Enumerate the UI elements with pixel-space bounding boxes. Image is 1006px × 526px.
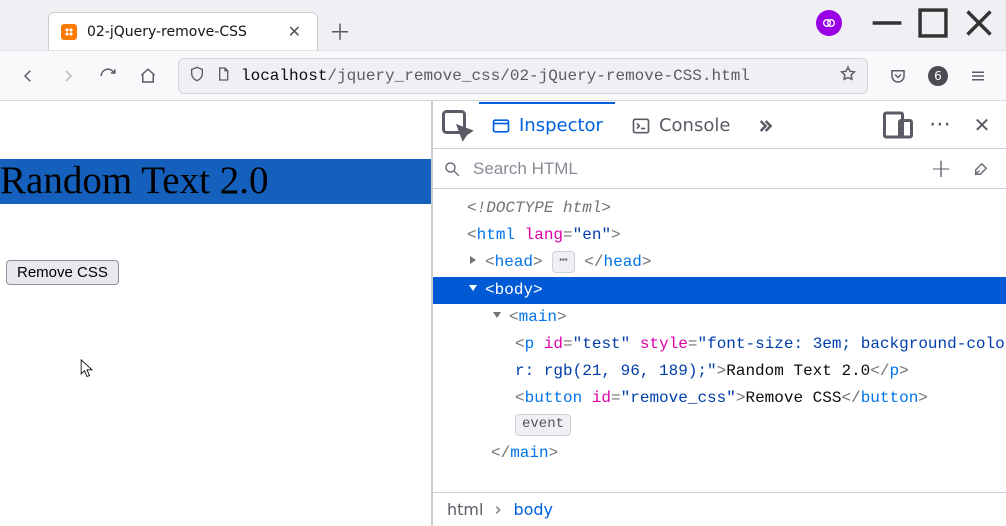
shield-icon — [189, 66, 205, 86]
extension-icon[interactable] — [816, 10, 842, 36]
crumb-html[interactable]: html — [447, 500, 483, 519]
page-viewport: Random Text 2.0 Remove CSS — [0, 101, 431, 526]
devtools-kebab-menu[interactable]: ⋯ — [922, 107, 958, 143]
close-window-button[interactable] — [956, 6, 1002, 40]
html-open-tag[interactable]: <html lang="en"> — [433, 222, 1006, 249]
body-node-selected[interactable]: <body> — [433, 277, 1006, 304]
element-picker-button[interactable] — [439, 107, 475, 143]
breadcrumbs: html body — [433, 492, 1006, 526]
devtools-panel: Inspector Console ⋯ ✕ + <!DOCTYPE html> … — [431, 101, 1006, 526]
new-tab-button[interactable]: ＋ — [324, 15, 356, 47]
tab-strip: 02-jQuery-remove-CSS ✕ ＋ — [0, 0, 1006, 50]
url-text: localhost/jquery_remove_css/02-jQuery-re… — [241, 67, 829, 85]
event-badge[interactable]: event — [433, 413, 1006, 440]
tab-title: 02-jQuery-remove-CSS — [87, 24, 247, 40]
tab-counter[interactable]: 6 — [920, 58, 956, 94]
tab-inspector[interactable]: Inspector — [479, 102, 615, 148]
main-open-node[interactable]: <main> — [433, 304, 1006, 331]
devtools-tabbar: Inspector Console ⋯ ✕ — [433, 101, 1006, 149]
random-text-paragraph: Random Text 2.0 — [0, 159, 431, 204]
doctype-node: <!DOCTYPE html> — [467, 199, 611, 217]
eyedropper-button[interactable] — [966, 154, 996, 184]
tab-overflow[interactable] — [746, 102, 782, 148]
browser-toolbar: localhost/jquery_remove_css/02-jQuery-re… — [0, 50, 1006, 100]
tab-console-label: Console — [659, 115, 730, 136]
minimize-button[interactable] — [864, 6, 910, 40]
reload-button[interactable] — [90, 58, 126, 94]
search-icon — [443, 160, 461, 178]
browser-tab[interactable]: 02-jQuery-remove-CSS ✕ — [48, 12, 318, 50]
devtools-close-button[interactable]: ✕ — [964, 107, 1000, 143]
home-button[interactable] — [130, 58, 166, 94]
pocket-icon[interactable] — [880, 58, 916, 94]
bookmark-icon[interactable] — [839, 65, 857, 87]
head-node[interactable]: <head> ⋯ </head> — [433, 249, 1006, 276]
html-search-bar: + — [433, 149, 1006, 189]
responsive-mode-button[interactable] — [880, 107, 916, 143]
crumb-body[interactable]: body — [513, 500, 553, 519]
html-search-input[interactable] — [471, 158, 916, 180]
tab-inspector-label: Inspector — [519, 115, 603, 136]
document-icon — [215, 66, 231, 86]
remove-css-button[interactable]: Remove CSS — [6, 260, 119, 285]
url-bar[interactable]: localhost/jquery_remove_css/02-jQuery-re… — [178, 58, 868, 94]
close-tab-icon[interactable]: ✕ — [284, 20, 305, 44]
app-menu-button[interactable] — [960, 58, 996, 94]
xampp-icon — [61, 24, 77, 40]
button-node[interactable]: <button id="remove_css">Remove CSS</butt… — [433, 385, 1006, 412]
add-node-button[interactable]: + — [926, 154, 956, 184]
back-button[interactable] — [10, 58, 46, 94]
main-close-node[interactable]: </main> — [433, 440, 1006, 467]
mouse-cursor-icon — [80, 359, 94, 379]
forward-button[interactable] — [50, 58, 86, 94]
markup-view[interactable]: <!DOCTYPE html> <html lang="en"> <head> … — [433, 189, 1006, 492]
window-controls — [816, 6, 1002, 40]
chevron-right-icon — [493, 500, 503, 519]
p-node[interactable]: <p id="test" style="font-size: 3em; back… — [433, 331, 1006, 385]
tab-console[interactable]: Console — [619, 102, 742, 148]
maximize-button[interactable] — [910, 6, 956, 40]
